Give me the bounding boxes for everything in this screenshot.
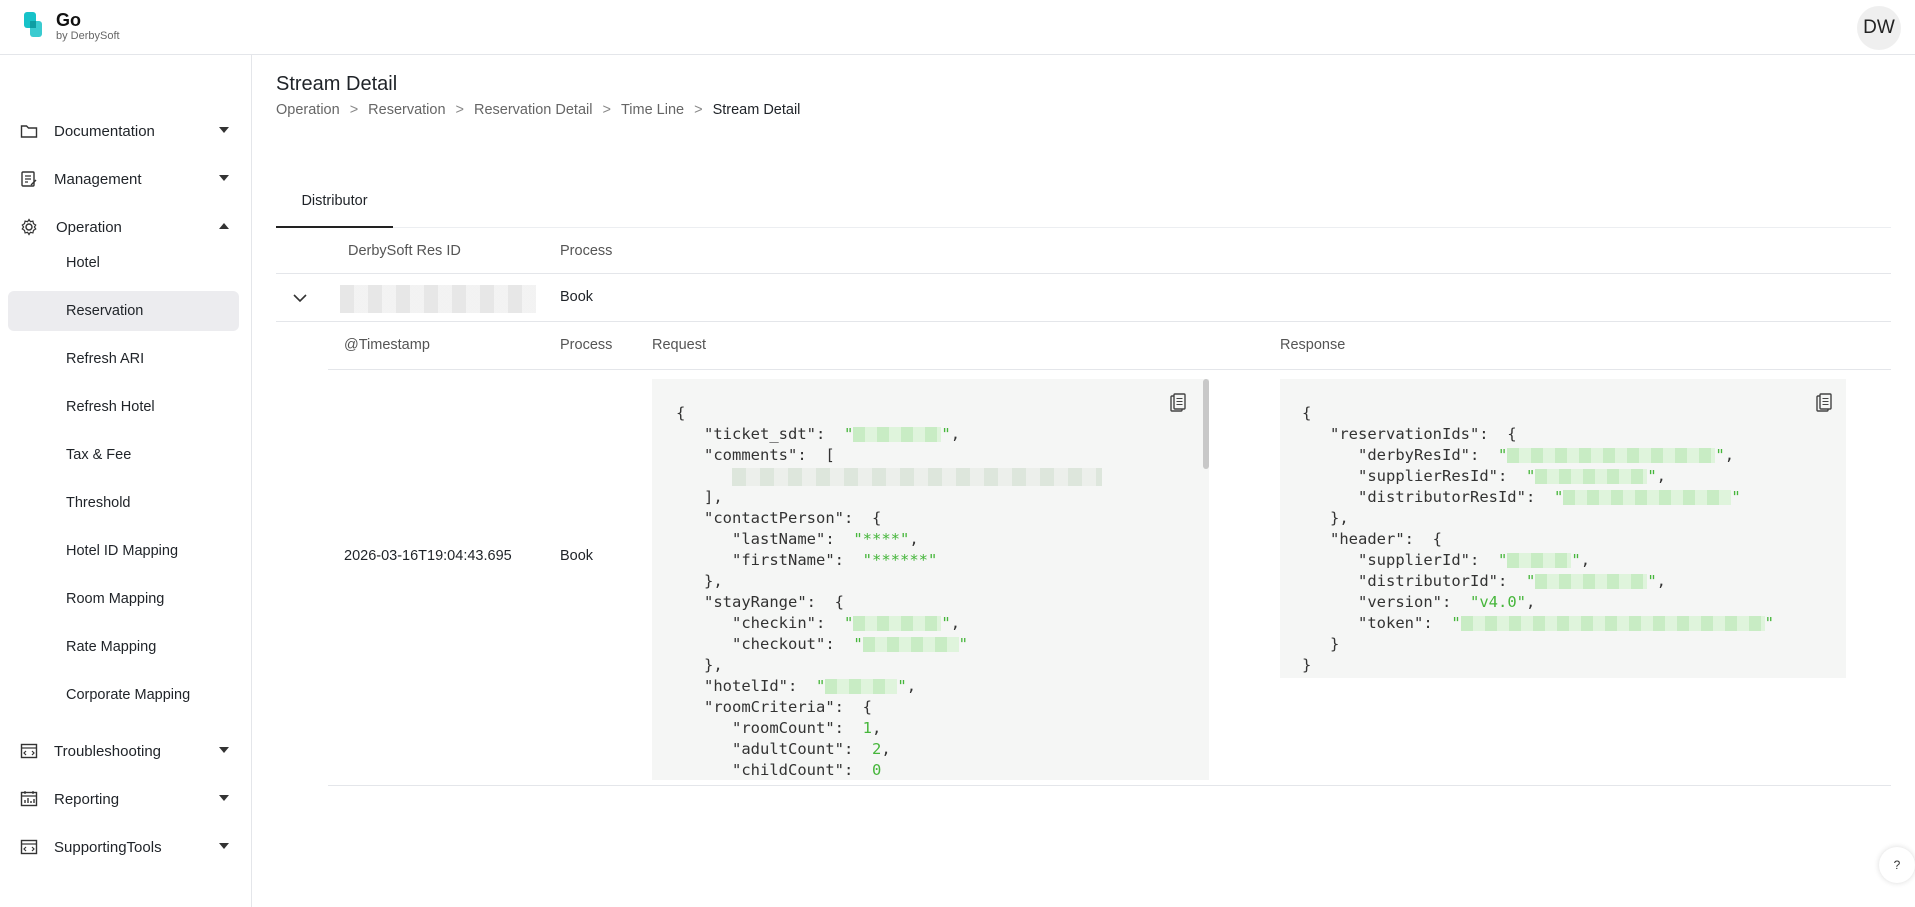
sidebar-group-label: Troubleshooting <box>54 742 162 760</box>
stream-sub-table: @Timestamp Process Request Response 2026… <box>328 322 1891 786</box>
breadcrumb-separator: > <box>349 102 359 118</box>
breadcrumb-time-line[interactable]: Time Line <box>621 102 684 118</box>
chevron-down-icon <box>219 175 229 181</box>
brand-subtitle: by DerbySoft <box>56 30 120 42</box>
chevron-down-icon <box>219 795 229 801</box>
chevron-down-icon <box>219 843 229 849</box>
copy-icon[interactable] <box>1816 393 1832 413</box>
help-icon[interactable]: ? <box>1879 847 1915 883</box>
sidebar-item-label: Reservation <box>66 303 144 319</box>
column-header-res-id: DerbySoft Res ID <box>348 243 461 259</box>
column-header-response: Response <box>1280 337 1346 353</box>
chevron-down-icon <box>219 747 229 753</box>
edit-doc-icon <box>21 171 37 187</box>
breadcrumb: Operation > Reservation > Reservation De… <box>276 102 800 118</box>
sidebar-group-label: SupportingTools <box>54 838 162 856</box>
sidebar-group-troubleshooting[interactable]: Troubleshooting <box>8 731 239 771</box>
column-header-timestamp: @Timestamp <box>344 337 430 353</box>
sidebar-item-hotel-id-mapping[interactable]: Hotel ID Mapping <box>8 531 239 571</box>
sidebar-item-refresh-hotel[interactable]: Refresh Hotel <box>8 387 239 427</box>
sidebar-item-room-mapping[interactable]: Room Mapping <box>8 579 239 619</box>
sidebar-group-label: Reporting <box>54 790 120 808</box>
breadcrumb-reservation[interactable]: Reservation <box>368 102 445 118</box>
top-bar: Go by DerbySoft DW <box>0 0 1915 55</box>
sidebar-item-hotel[interactable]: Hotel <box>8 243 239 283</box>
brand-name: Go <box>56 10 81 30</box>
sidebar-item-threshold[interactable]: Threshold <box>8 483 239 523</box>
column-header-process: Process <box>560 243 613 259</box>
sidebar-item-label: Tax & Fee <box>66 447 132 463</box>
sidebar-item-label: Threshold <box>66 495 131 511</box>
folder-icon <box>20 125 38 138</box>
window-code-icon <box>20 743 38 759</box>
response-json-text: { "reservationIds": { "derbyResId": " ", … <box>1302 404 1775 674</box>
sidebar-item-rate-mapping[interactable]: Rate Mapping <box>8 627 239 667</box>
row-process: Book <box>560 289 594 305</box>
redacted-res-id <box>340 285 536 313</box>
sidebar-group-label: Operation <box>56 218 122 236</box>
chevron-up-icon <box>219 223 229 229</box>
brand[interactable]: Go by DerbySoft <box>56 10 120 43</box>
breadcrumb-stream-detail: Stream Detail <box>712 102 801 118</box>
sidebar-group-label: Documentation <box>54 122 155 140</box>
row-timestamp: 2026-03-16T19:04:43.695 <box>344 548 512 564</box>
sidebar-group-label: Management <box>54 170 142 188</box>
sidebar-item-label: Hotel <box>66 255 100 271</box>
sidebar-group-operation[interactable]: Operation <box>8 207 239 247</box>
tab-distributor[interactable]: Distributor <box>276 175 393 228</box>
sidebar-group-management[interactable]: Management <box>8 159 239 199</box>
sidebar-item-tax-fee[interactable]: Tax & Fee <box>8 435 239 475</box>
table-header-row: DerbySoft Res ID Process <box>276 228 1891 274</box>
breadcrumb-operation[interactable]: Operation <box>276 102 340 118</box>
request-json-text: { "ticket_sdt": " ", "comments": [ ], "co… <box>676 403 1102 780</box>
row-process: Book <box>560 548 594 564</box>
response-json-viewer[interactable]: { "reservationIds": { "derbyResId": " ", … <box>1280 379 1846 678</box>
tab-bar: Distributor <box>276 175 1891 228</box>
sidebar-item-label: Room Mapping <box>66 591 165 607</box>
sidebar-item-refresh-ari[interactable]: Refresh ARI <box>8 339 239 379</box>
request-json-viewer[interactable]: { "ticket_sdt": " ", "comments": [ ], "co… <box>652 379 1209 780</box>
breadcrumb-separator: > <box>455 102 464 118</box>
chevron-down-icon <box>219 127 229 133</box>
chevron-down-icon[interactable] <box>290 288 310 308</box>
breadcrumb-separator: > <box>694 102 703 118</box>
sidebar-item-label: Refresh ARI <box>66 351 145 367</box>
sidebar-item-reservation[interactable]: Reservation <box>8 291 239 331</box>
calendar-chart-icon <box>20 791 38 807</box>
go-logo-icon[interactable] <box>24 12 44 38</box>
breadcrumb-separator: > <box>602 102 611 118</box>
user-avatar[interactable]: DW <box>1857 6 1901 50</box>
sidebar-group-documentation[interactable]: Documentation <box>8 111 239 151</box>
sidebar-item-corporate-mapping[interactable]: Corporate Mapping <box>8 675 239 715</box>
main-content: Stream Detail Operation > Reservation > … <box>252 55 1915 907</box>
sidebar-item-label: Refresh Hotel <box>66 399 155 415</box>
gear-icon <box>21 218 37 236</box>
sidebar-item-label: Hotel ID Mapping <box>66 543 179 559</box>
sidebar: Documentation Management Operation Hotel… <box>0 55 252 907</box>
sub-table-header-row: @Timestamp Process Request Response <box>328 322 1891 370</box>
copy-icon[interactable] <box>1170 393 1186 413</box>
sidebar-group-reporting[interactable]: Reporting <box>8 779 239 819</box>
sidebar-item-label: Rate Mapping <box>66 639 157 655</box>
table-row: Book <box>276 274 1891 322</box>
column-header-request: Request <box>652 337 707 353</box>
page-title: Stream Detail <box>276 73 398 95</box>
window-code-icon <box>20 839 38 855</box>
column-header-process: Process <box>560 337 613 353</box>
request-scrollbar[interactable] <box>1203 379 1209 469</box>
breadcrumb-reservation-detail[interactable]: Reservation Detail <box>474 102 592 118</box>
sidebar-item-label: Corporate Mapping <box>66 687 191 703</box>
sidebar-group-supportingtools[interactable]: SupportingTools <box>8 827 239 867</box>
